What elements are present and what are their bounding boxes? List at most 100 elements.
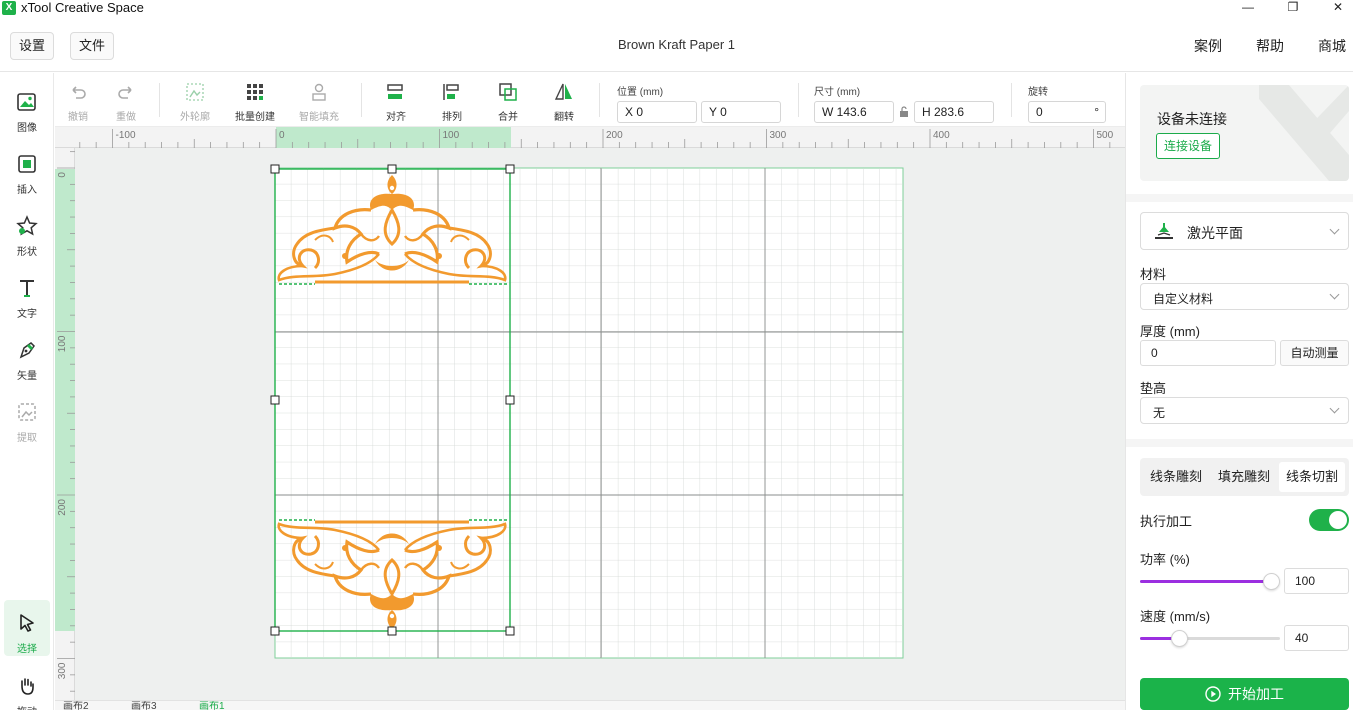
resize-handle-sw: [270, 626, 280, 636]
material-select[interactable]: 自定义材料: [1140, 283, 1349, 310]
size-height-input[interactable]: H 283.6: [914, 101, 994, 123]
smart-fill-label: 智能填充: [299, 112, 339, 123]
redo-icon: [118, 86, 132, 99]
processing-mode-tabs: 线条雕刻 填充雕刻 线条切割: [1140, 458, 1349, 496]
tool-insert[interactable]: 插入: [4, 141, 50, 197]
app-logo-icon: X: [2, 1, 16, 15]
power-slider-knob[interactable]: [1263, 573, 1280, 590]
speed-slider-knob[interactable]: [1171, 630, 1188, 647]
xtool-watermark-icon: [1259, 85, 1349, 181]
select-cursor-icon: [20, 614, 34, 632]
thickness-input[interactable]: 0: [1140, 340, 1276, 366]
batch-create-label: 批量创建: [235, 112, 275, 123]
device-card: 设备未连接 连接设备: [1140, 85, 1349, 181]
position-x-input[interactable]: X 0: [617, 101, 697, 123]
arrange-button[interactable]: 排列: [437, 77, 467, 123]
resize-handle-n: [387, 164, 397, 174]
tab-line-engrave[interactable]: 线条雕刻: [1143, 462, 1209, 492]
work-area[interactable]: [75, 148, 1125, 700]
page-tab-active[interactable]: 画布1: [199, 702, 225, 710]
vertical-ruler-ticks: 0 100 200 300: [55, 151, 75, 692]
batch-create-button[interactable]: 批量创建: [235, 77, 275, 123]
store-link[interactable]: 商城: [1318, 36, 1346, 56]
position-y-input[interactable]: Y 0: [701, 101, 781, 123]
outline-button[interactable]: 外轮廓: [177, 77, 213, 123]
app-header: 设置 文件 Brown Kraft Paper 1 案例 帮助 商城: [0, 18, 1353, 72]
execute-toggle[interactable]: [1309, 509, 1349, 531]
resize-handle-se: [505, 626, 515, 636]
help-link[interactable]: 帮助: [1256, 36, 1284, 56]
tool-drag[interactable]: 拖动: [4, 663, 50, 710]
power-slider[interactable]: [1140, 573, 1280, 590]
tool-shape-label: 形状: [17, 247, 37, 258]
toolbar-divider: [159, 83, 160, 117]
align-label: 对齐: [386, 112, 406, 123]
image-icon: [17, 93, 36, 111]
tab-line-cut[interactable]: 线条切割: [1279, 462, 1345, 492]
tool-text-label: 文字: [17, 309, 37, 320]
work-mode-select[interactable]: 激光平面: [1140, 212, 1349, 250]
ruler-label: 100: [443, 130, 460, 141]
riser-select[interactable]: 无: [1140, 397, 1349, 424]
lock-ratio-icon[interactable]: [899, 106, 909, 118]
smart-fill-icon: [312, 83, 326, 101]
tool-vector[interactable]: 矢量: [4, 327, 50, 383]
tool-text[interactable]: 文字: [4, 265, 50, 321]
tool-extract-label: 提取: [17, 433, 37, 444]
power-slider-fill: [1140, 580, 1271, 583]
redo-label: 重做: [116, 112, 136, 123]
ruler-label: 400: [933, 130, 950, 141]
start-processing-button[interactable]: 开始加工: [1140, 678, 1349, 710]
toolbar-divider: [1011, 83, 1012, 117]
minimize-button[interactable]: —: [1236, 0, 1260, 16]
ruler-label: 200: [57, 499, 68, 516]
tool-select[interactable]: 选择: [4, 600, 50, 656]
pen-vector-icon: [19, 342, 35, 359]
flip-button[interactable]: 翻转: [549, 77, 579, 123]
page-tab[interactable]: 画布3: [131, 702, 157, 710]
ruler-label: 0: [279, 130, 285, 141]
toolbar-divider: [798, 83, 799, 117]
tool-shape[interactable]: 形状: [4, 203, 50, 259]
connect-device-button[interactable]: 连接设备: [1156, 133, 1221, 159]
shape-star-icon: [16, 215, 38, 236]
power-label: 功率 (%): [1140, 552, 1190, 567]
hand-drag-icon: [21, 678, 34, 695]
undo-button[interactable]: 撤销: [63, 77, 93, 123]
align-button[interactable]: 对齐: [381, 77, 411, 123]
resize-handle-ne: [505, 164, 515, 174]
power-input[interactable]: 100: [1284, 568, 1349, 594]
cases-link[interactable]: 案例: [1194, 36, 1222, 56]
ruler-label: 200: [606, 130, 623, 141]
speed-input[interactable]: 40: [1284, 625, 1349, 651]
rotate-title: 旋转: [1028, 87, 1048, 98]
outline-icon: [186, 83, 204, 101]
tab-fill-engrave[interactable]: 填充雕刻: [1211, 462, 1277, 492]
edit-toolbar: 撤销 重做 外轮廓 批量创建 智能填充 对齐 排列 合并 翻转 位置 (mm): [55, 73, 1125, 127]
page-tab[interactable]: 画布2: [63, 702, 89, 710]
auto-measure-button[interactable]: 自动测量: [1280, 340, 1349, 366]
rotate-unit: °: [1094, 105, 1099, 119]
text-icon: [20, 280, 34, 297]
app-title: xTool Creative Space: [21, 0, 144, 15]
panel-divider: [1126, 439, 1353, 447]
play-icon: [1205, 686, 1221, 702]
laser-flat-icon: [1155, 223, 1173, 239]
close-button[interactable]: ✕: [1326, 0, 1350, 16]
restore-button[interactable]: ❐: [1281, 0, 1305, 16]
tool-extract[interactable]: 提取: [4, 389, 50, 445]
resize-handle-nw: [270, 164, 280, 174]
align-icon: [387, 84, 403, 99]
smart-fill-button[interactable]: 智能填充: [299, 77, 339, 123]
redo-button[interactable]: 重做: [111, 77, 141, 123]
design-canvas[interactable]: [75, 148, 1125, 700]
document-title: Brown Kraft Paper 1: [617, 37, 736, 52]
rotate-input[interactable]: 0 °: [1028, 101, 1106, 123]
ruler-label: 0: [57, 172, 68, 178]
combine-button[interactable]: 合并: [493, 77, 523, 123]
ruler-label: 500: [1097, 130, 1114, 141]
tool-image[interactable]: 图像: [4, 79, 50, 135]
size-width-input[interactable]: W 143.6: [814, 101, 894, 123]
speed-slider[interactable]: [1140, 630, 1280, 647]
device-status: 设备未连接: [1157, 111, 1227, 127]
